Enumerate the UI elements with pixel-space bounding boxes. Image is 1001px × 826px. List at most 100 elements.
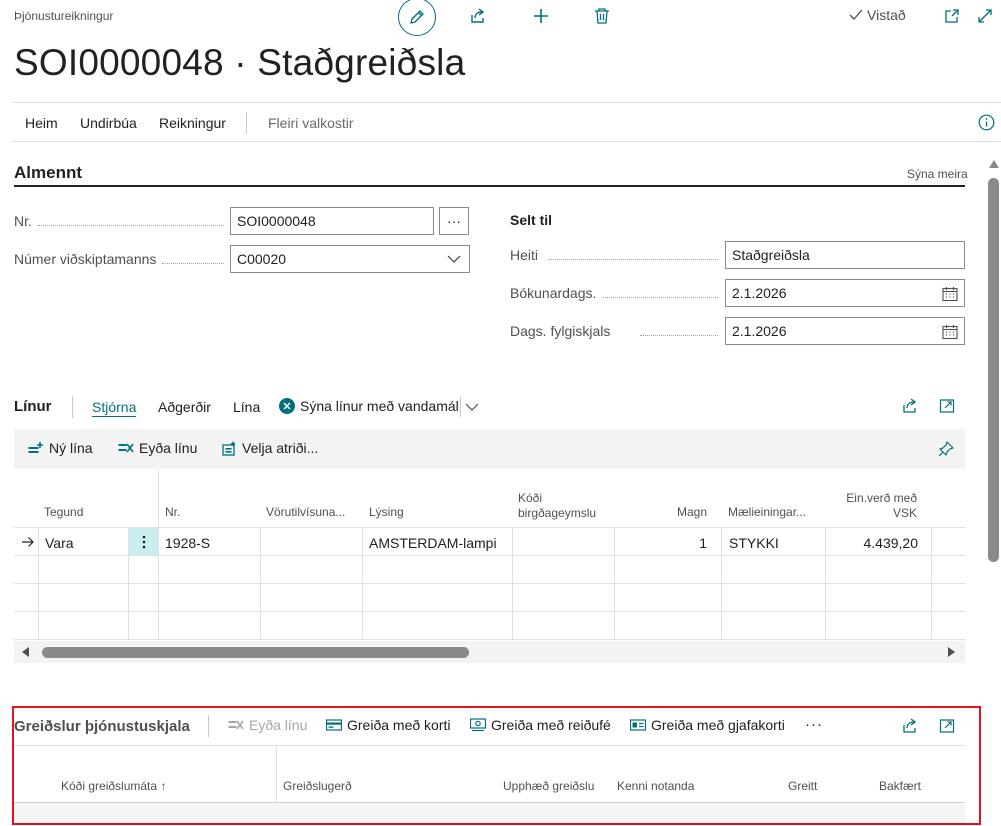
col-header-location-code[interactable]: Kóði birgðageymslu	[518, 491, 596, 521]
page-vertical-scrollbar[interactable]	[986, 150, 1001, 826]
cell-uom[interactable]: STYKKI	[729, 535, 779, 551]
col-header-uom[interactable]: Mælieiningar...	[728, 505, 806, 520]
pay-with-gift-card-label: Greiða með gjafakorti	[651, 717, 785, 733]
posting-date-label: Bókunardags.	[510, 285, 597, 301]
posting-date-value: 2.1.2026	[732, 285, 787, 301]
bill-to-heading: Selt til	[510, 212, 553, 228]
show-more-link[interactable]: Sýna meira	[907, 167, 968, 181]
select-items-icon	[222, 441, 236, 456]
ellipsis-icon: ···	[805, 716, 823, 733]
col-header-paid[interactable]: Greitt	[788, 779, 817, 793]
pay-with-cash-label: Greiða með reiðufé	[491, 717, 611, 733]
col-header-quantity[interactable]: Magn	[614, 505, 707, 520]
expand-icon	[978, 9, 992, 23]
tab-actions[interactable]: Aðgerðir	[158, 399, 211, 415]
pin-icon	[938, 441, 954, 457]
col-header-location-line1: Kóði	[518, 491, 543, 505]
open-new-window-button[interactable]	[938, 2, 966, 30]
show-issue-lines-toggle[interactable]: Sýna línur með vandamál	[279, 398, 459, 414]
col-header-unit-price[interactable]: Ein.verð með VSK	[825, 491, 917, 521]
general-section-title[interactable]: Almennt	[14, 163, 82, 183]
dot-leader	[640, 335, 718, 336]
action-home[interactable]: Heim	[25, 115, 58, 131]
checkmark-icon	[849, 9, 863, 20]
row-actions-button[interactable]	[129, 528, 158, 555]
action-more-options[interactable]: Fleiri valkostir	[268, 115, 354, 131]
gift-card-icon	[630, 719, 646, 731]
col-header-posted[interactable]: Bakfært	[879, 779, 921, 793]
name-field[interactable]: Staðgreiðsla	[725, 241, 965, 269]
pay-with-cash-button[interactable]: Greiða með reiðufé	[470, 717, 611, 733]
payments-share-button[interactable]	[901, 718, 919, 734]
document-date-value: 2.1.2026	[732, 323, 787, 339]
delete-line-label: Eyða línu	[139, 440, 198, 456]
pay-with-card-button[interactable]: Greiða með korti	[326, 717, 450, 733]
col-header-payment-method-code[interactable]: Kóði greiðslumáta ↑	[61, 779, 166, 793]
tab-manage[interactable]: Stjórna	[92, 399, 137, 417]
pay-with-gift-card-button[interactable]: Greiða með gjafakorti	[630, 717, 785, 733]
delete-line-button[interactable]: Eyða línu	[118, 440, 197, 456]
saved-status: Vistað	[848, 7, 906, 23]
dot-leader	[548, 259, 718, 260]
new-line-button[interactable]: Ný lína	[28, 440, 93, 456]
scroll-left-icon	[22, 647, 29, 657]
payments-title[interactable]: Greiðslur þjónustuskjala	[14, 718, 190, 735]
name-label: Heiti	[510, 247, 539, 263]
action-invoice[interactable]: Reikningur	[159, 115, 226, 131]
lines-title[interactable]: Línur	[14, 398, 52, 415]
select-items-button[interactable]: Velja atriði...	[222, 440, 318, 456]
arrow-right-icon	[22, 537, 34, 547]
action-prepare[interactable]: Undirbúa	[80, 115, 137, 131]
no-label: Nr.	[14, 213, 32, 229]
delete-line-icon	[118, 443, 134, 453]
toggle-separator	[460, 397, 461, 417]
delete-button[interactable]	[588, 2, 616, 30]
col-header-payment-amount[interactable]: Upphæð greiðslu	[503, 779, 594, 793]
cell-type[interactable]: Vara	[45, 535, 74, 551]
col-header-payment-type[interactable]: Greiðslugerð	[283, 779, 352, 793]
action-separator	[246, 112, 247, 134]
share-icon	[903, 398, 917, 413]
scroll-up-icon	[989, 160, 999, 168]
payments-delete-line-button[interactable]: Eyða línu	[228, 717, 307, 733]
col-header-no[interactable]: Nr.	[165, 505, 180, 520]
share-icon	[471, 8, 485, 23]
col-header-user-id[interactable]: Kenni notanda	[617, 779, 694, 793]
dot-leader	[603, 297, 718, 298]
more-tabs-button[interactable]	[465, 403, 479, 412]
new-button[interactable]	[527, 2, 555, 30]
expand-icon	[939, 399, 955, 413]
no-assist-edit-button[interactable]: ···	[439, 207, 469, 235]
cell-no[interactable]: 1928-S	[165, 535, 210, 551]
calendar-icon	[942, 287, 958, 302]
col-header-type[interactable]: Tegund	[44, 505, 83, 520]
lines-share-button[interactable]	[901, 398, 919, 414]
payments-more-button[interactable]: ···	[805, 716, 823, 733]
lines-scroll-thumb[interactable]	[42, 647, 469, 658]
expand-button[interactable]	[971, 2, 999, 30]
cell-description[interactable]: AMSTERDAM-lampi	[369, 535, 497, 551]
tab-line[interactable]: Lína	[233, 399, 260, 415]
lines-separator	[72, 396, 73, 418]
col-header-description[interactable]: Lýsing	[369, 505, 404, 520]
posting-date-field[interactable]: 2.1.2026	[725, 279, 965, 307]
open-in-new-window-icon	[945, 9, 959, 23]
page-scroll-thumb[interactable]	[988, 178, 999, 562]
breadcrumb: Þjónustureikningur	[14, 9, 114, 23]
cell-quantity[interactable]: 1	[614, 535, 707, 551]
col-header-item-reference[interactable]: Vörutilvísuna...	[266, 505, 345, 520]
customer-no-field[interactable]: C00020	[230, 245, 470, 273]
saved-label: Vistað	[867, 7, 906, 23]
pencil-icon	[410, 10, 424, 24]
info-button[interactable]	[978, 114, 995, 131]
cell-unit-price[interactable]: 4.439,20	[825, 535, 919, 551]
edit-button[interactable]	[398, 0, 436, 36]
share-button[interactable]	[464, 2, 492, 30]
no-field[interactable]: SOI0000048	[230, 207, 434, 235]
document-date-field[interactable]: 2.1.2026	[725, 317, 965, 345]
pin-button[interactable]	[938, 440, 955, 457]
calendar-icon	[942, 325, 958, 340]
payments-expand-button[interactable]	[939, 718, 955, 734]
lines-expand-button[interactable]	[939, 398, 955, 414]
plus-icon	[534, 9, 548, 23]
